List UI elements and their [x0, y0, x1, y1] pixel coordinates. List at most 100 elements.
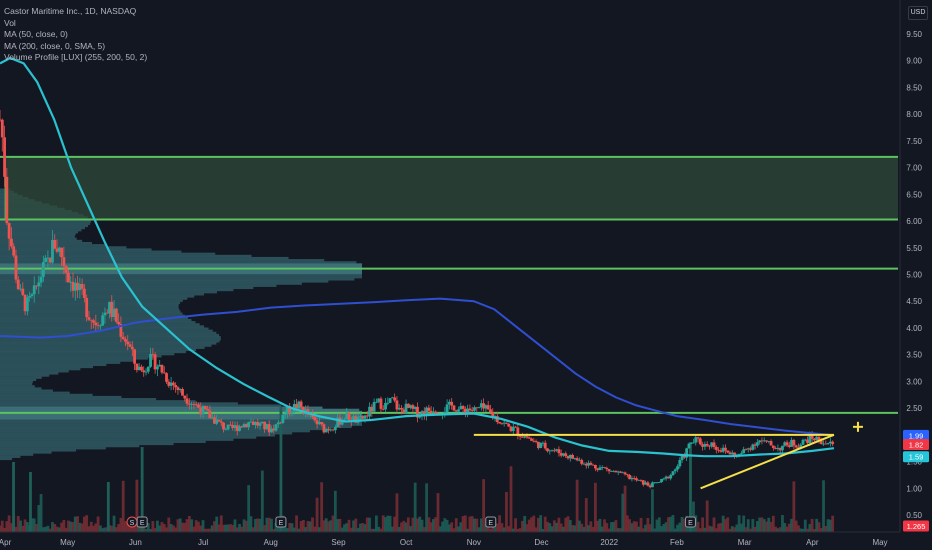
y-tick-label: 6.50 [906, 190, 922, 199]
profile-bar [0, 346, 205, 349]
profile-bar [0, 385, 35, 388]
profile-bar [0, 227, 86, 230]
currency-button[interactable]: USD [908, 6, 928, 20]
profile-bar [0, 378, 37, 381]
zone-rect [5, 156, 898, 220]
legend-vol[interactable]: Vol [4, 18, 147, 30]
x-tick-label: Mar [738, 538, 752, 547]
profile-bar [0, 284, 277, 287]
candle-body [384, 402, 387, 410]
time-axis: Apr May Jun Jul Aug Sep Oct Nov Dec 2022 Feb Mar Apr… [0, 531, 932, 550]
candle-body [692, 442, 695, 444]
profile-bar [0, 248, 152, 251]
candle-body [185, 398, 189, 404]
profile-bar [0, 391, 70, 394]
candle-body [831, 441, 835, 445]
candle-body [130, 346, 134, 350]
candle-body [714, 447, 718, 450]
price-chart[interactable]: 7.206.035.112.41 SEEEE 0.501.001.502.002… [0, 0, 932, 550]
y-tick-label: 3.50 [906, 351, 922, 360]
candle-body [320, 421, 324, 425]
legend-ma50[interactable]: MA (50, close, 0) [4, 29, 147, 41]
candle-body [140, 366, 143, 371]
candle-body [219, 421, 223, 423]
profile-bar [0, 222, 91, 225]
candle-body [792, 439, 796, 446]
candle-body [477, 407, 481, 409]
candle-body [128, 344, 132, 347]
profile-bar [0, 455, 21, 458]
profile-bar [0, 323, 200, 326]
profile-bar [0, 269, 362, 272]
volume-bar [315, 497, 319, 532]
candle-body [133, 349, 136, 364]
x-tick-label: 2022 [600, 538, 618, 547]
profile-bar [0, 265, 362, 268]
candle-body [755, 442, 759, 446]
candle-body [156, 366, 159, 370]
volume-profile [0, 188, 362, 461]
y-tick-label: 4.50 [906, 297, 922, 306]
candle-body [657, 482, 661, 483]
profile-bar [0, 350, 186, 354]
candle-body [21, 288, 25, 295]
profile-bar [0, 432, 293, 435]
profile-bar [0, 276, 362, 279]
profile-bar [0, 380, 33, 384]
profile-bar [0, 374, 50, 377]
candle-body [505, 422, 508, 424]
profile-bar [0, 286, 254, 290]
profile-bar [0, 419, 362, 422]
candle-body [450, 401, 454, 406]
profile-bar [0, 395, 122, 399]
candle-body [290, 411, 294, 414]
x-tick-label: May [60, 538, 75, 547]
chart-canvas[interactable]: 7.206.035.112.41 SEEEE 0.501.001.502.002… [0, 0, 932, 550]
profile-bar [0, 449, 76, 452]
supply-zone [4, 156, 898, 220]
y-tick-label: 1.00 [906, 484, 922, 493]
legend-ma200[interactable]: MA (200, close, 0, SMA, 5) [4, 41, 147, 53]
candle-body [625, 474, 629, 476]
profile-bar [0, 344, 212, 347]
profile-bar [0, 250, 182, 253]
y-tick-label: 7.50 [906, 137, 922, 146]
candle-body [696, 437, 700, 439]
legend-volume-profile[interactable]: Volume Profile [LUX] (255, 200, 50, 2) [4, 52, 147, 64]
candle-body [400, 407, 403, 410]
x-tick-label: Jul [198, 538, 208, 547]
candle-body [539, 442, 543, 449]
profile-bar [0, 442, 174, 446]
candle-body [114, 308, 118, 322]
profile-bar [0, 363, 107, 367]
volume-bar [395, 493, 399, 532]
rising-trendline [700, 433, 835, 490]
profile-bar [0, 451, 52, 454]
candle-body [333, 426, 337, 431]
y-tick-label: 8.00 [906, 110, 922, 119]
candle-body [62, 257, 66, 267]
candle-body [594, 465, 597, 469]
profile-bar [0, 274, 362, 277]
candle-body [165, 373, 168, 382]
y-tick-label: 8.50 [906, 83, 922, 92]
candle-body [0, 119, 4, 138]
profile-bar [0, 271, 362, 275]
candle-body [25, 297, 29, 312]
x-tick-label: Nov [467, 538, 481, 547]
candle-body [12, 246, 16, 256]
candle-body [14, 255, 18, 280]
value-badge-label: 1.265 [907, 522, 926, 531]
candle-body [557, 449, 561, 454]
profile-bar [0, 457, 13, 461]
candle-body [468, 408, 472, 411]
profile-bar [0, 282, 302, 285]
profile-bar [0, 357, 149, 360]
profile-bar [0, 254, 252, 257]
candle-body [60, 247, 63, 258]
candle-body [222, 422, 225, 430]
candle-body [64, 266, 68, 273]
profile-bar [0, 278, 355, 281]
candle-body [183, 395, 187, 399]
y-tick-label: 2.50 [906, 404, 922, 413]
